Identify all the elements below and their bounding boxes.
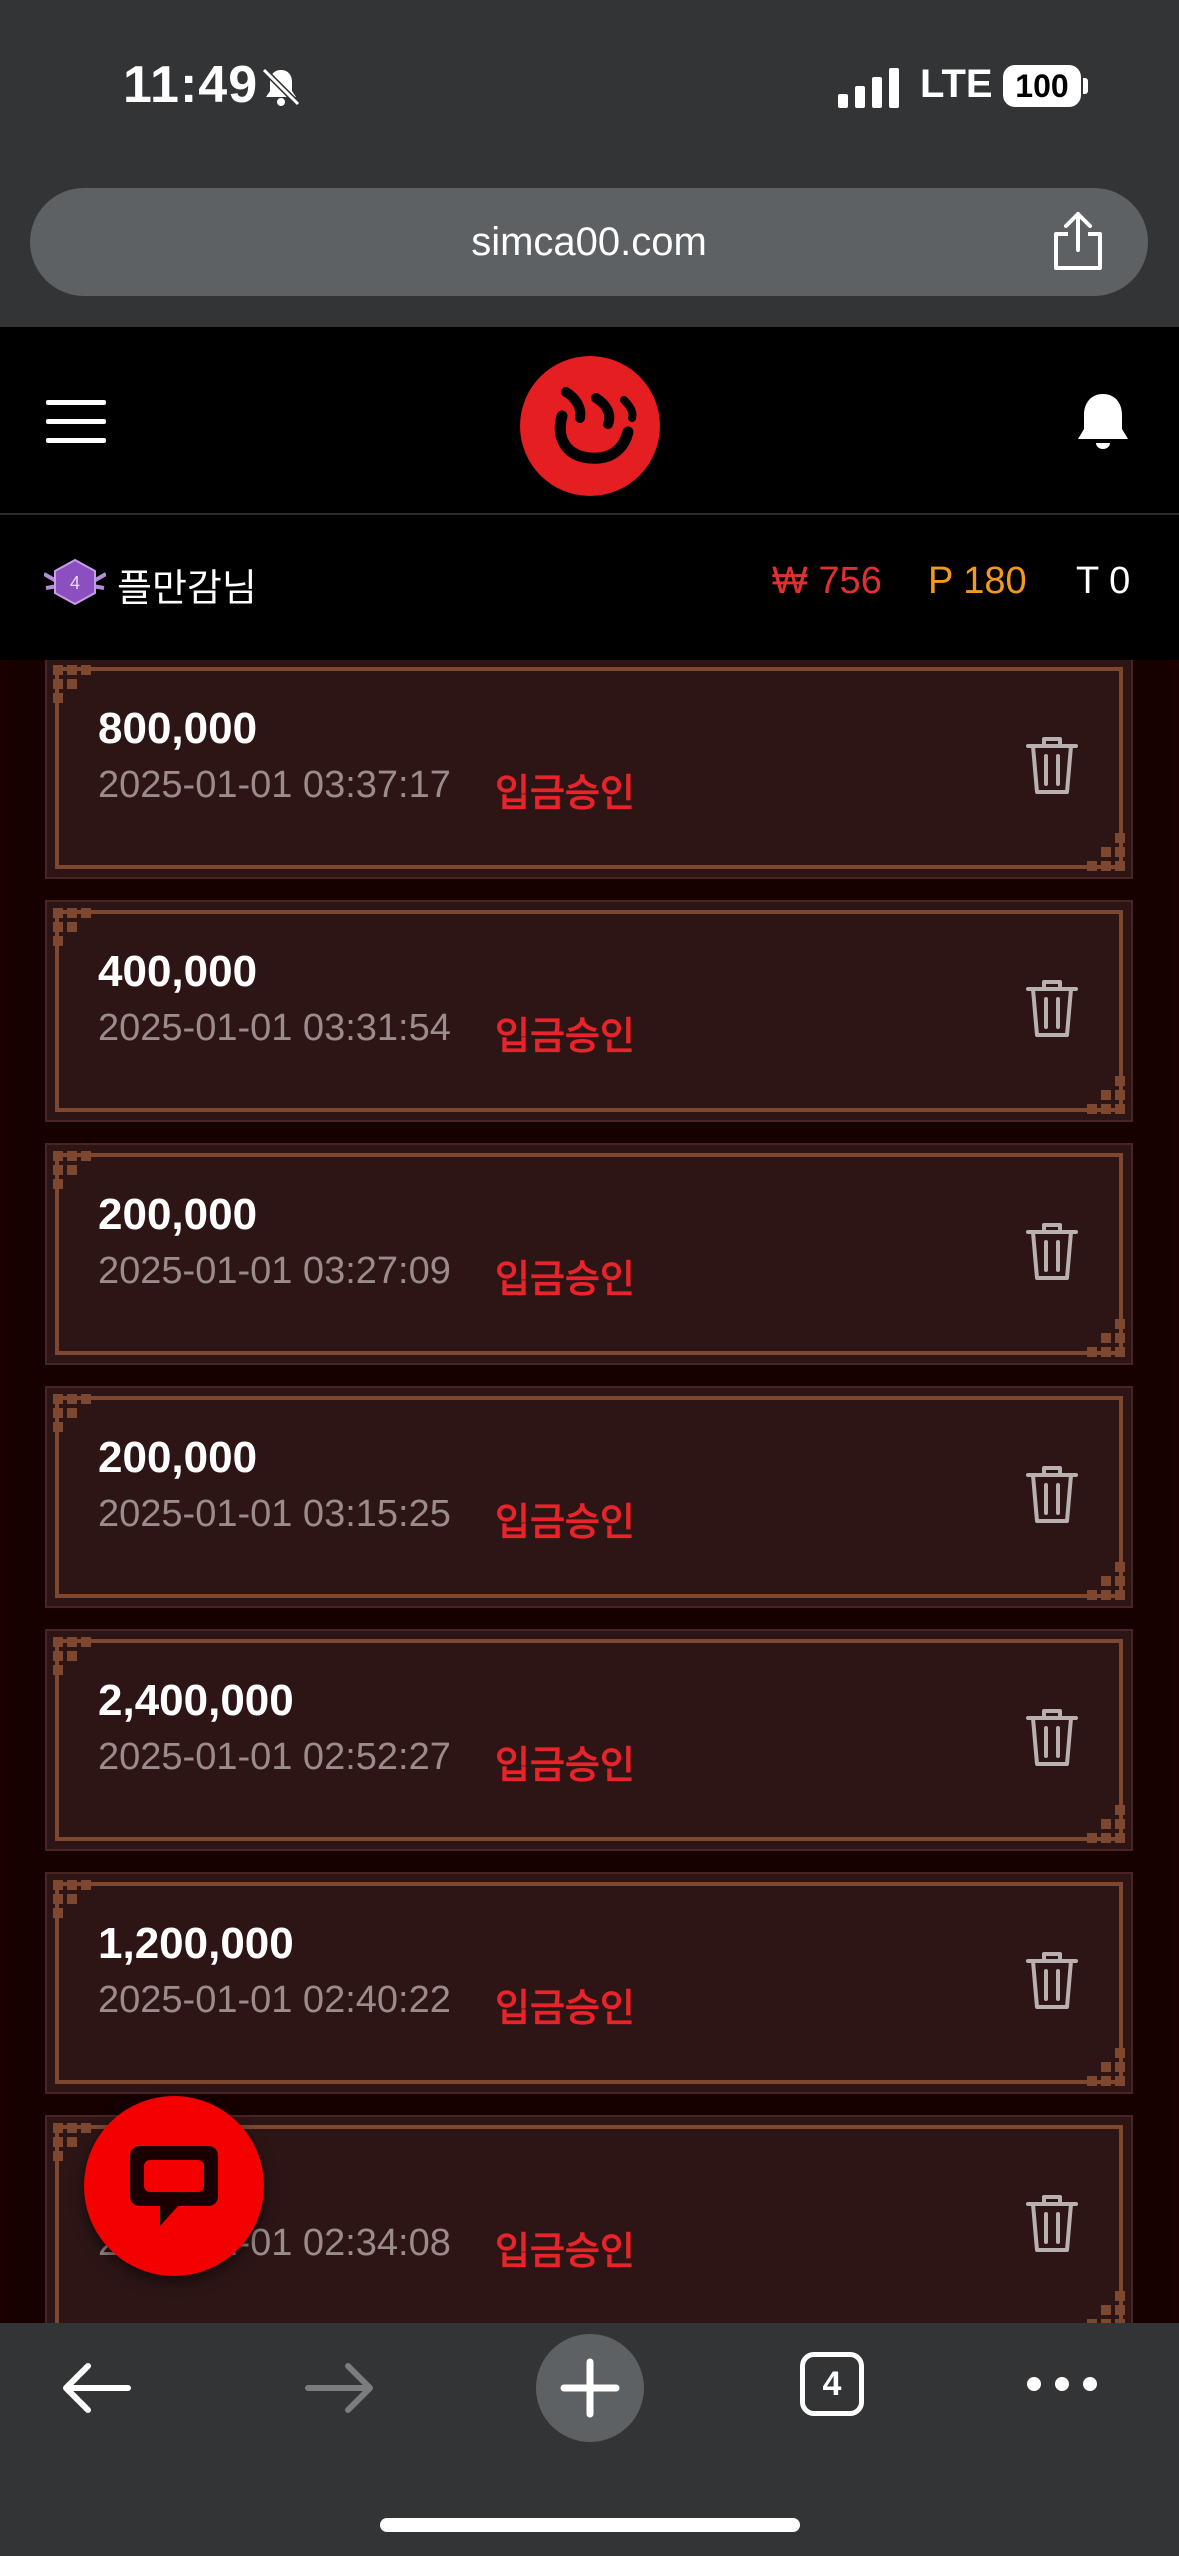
corner-ornament-icon: [53, 2123, 93, 2163]
home-indicator: [380, 2518, 800, 2532]
trash-icon[interactable]: [1024, 1949, 1080, 2011]
corner-ornament-icon: [53, 1151, 93, 1191]
deposit-status: 입금승인: [495, 1016, 635, 1058]
ticket-balance: T 0: [1076, 560, 1131, 602]
deposit-entry[interactable]: 2,400,000 2025-01-01 02:52:27 입금승인: [45, 1629, 1133, 1851]
tabs-icon[interactable]: 4: [800, 2352, 864, 2416]
svg-text:4: 4: [70, 573, 80, 593]
deposit-amount: 400,000: [98, 947, 258, 996]
level-badge-icon: 4: [44, 558, 106, 606]
deposit-timestamp: 2025-01-01 03:31:54: [98, 1007, 451, 1049]
username: 플만감님: [117, 568, 257, 610]
back-arrow-icon[interactable]: [58, 2360, 134, 2416]
trash-icon[interactable]: [1024, 1706, 1080, 1768]
new-tab-button[interactable]: [536, 2334, 644, 2442]
deposit-amount: 200,000: [98, 1433, 258, 1482]
deposit-history-list[interactable]: 800,000 2025-01-01 03:37:17 입금승인 400,000 202…: [0, 660, 1179, 2323]
deposit-status: 입금승인: [495, 1259, 635, 1301]
deposit-amount: 800,000: [98, 704, 258, 753]
browser-top-chrome: 11:49 LTE 100 simca00.com: [0, 0, 1179, 327]
deposit-amount: 200,000: [98, 1190, 258, 1239]
chat-button[interactable]: [84, 2096, 264, 2276]
deposit-timestamp: 2025-01-01 03:37:17: [98, 764, 451, 806]
deposit-entry[interactable]: 200,000 2025-01-01 03:27:09 입금승인: [45, 1143, 1133, 1365]
deposit-status: 입금승인: [495, 773, 635, 815]
deposit-timestamp: 2025-01-01 03:27:09: [98, 1250, 451, 1292]
deposit-entry[interactable]: 200,000 2025-01-01 03:15:25 입금승인: [45, 1386, 1133, 1608]
money-balance: ₩ 756: [772, 560, 882, 602]
url-bar[interactable]: simca00.com: [30, 188, 1148, 296]
points-balance: P 180: [928, 560, 1027, 602]
status-time: 11:49: [123, 56, 259, 114]
bell-slash-icon: [261, 67, 301, 107]
signal-icon: [838, 68, 899, 108]
trash-icon[interactable]: [1024, 1220, 1080, 1282]
corner-ornament-icon: [1085, 1803, 1125, 1843]
share-icon[interactable]: [1048, 210, 1108, 272]
corner-ornament-icon: [53, 908, 93, 948]
corner-ornament-icon: [53, 1394, 93, 1434]
corner-ornament-icon: [1085, 1317, 1125, 1357]
deposit-entry[interactable]: 400,000 2025-01-01 03:31:54 입금승인: [45, 900, 1133, 1122]
trash-icon[interactable]: [1024, 1463, 1080, 1525]
status-bar: 11:49 LTE 100: [0, 0, 1179, 170]
corner-ornament-icon: [1085, 831, 1125, 871]
deposit-timestamp: 2025-01-01 02:52:27: [98, 1736, 451, 1778]
trash-icon[interactable]: [1024, 2192, 1080, 2254]
corner-ornament-icon: [53, 665, 93, 705]
corner-ornament-icon: [53, 1880, 93, 1920]
deposit-timestamp: 2025-01-01 03:15:25: [98, 1493, 451, 1535]
plus-icon: [560, 2358, 620, 2418]
deposit-status: 입금승인: [495, 1502, 635, 1544]
deposit-status: 입금승인: [495, 2231, 635, 2273]
corner-ornament-icon: [1085, 1074, 1125, 1114]
corner-ornament-icon: [1085, 1560, 1125, 1600]
url-text: simca00.com: [471, 220, 707, 264]
network-type: LTE: [920, 62, 993, 106]
deposit-amount: 2,400,000: [98, 1676, 294, 1725]
deposit-status: 입금승인: [495, 1745, 635, 1787]
chat-icon: [130, 2146, 218, 2226]
battery-nub: [1083, 78, 1088, 94]
forward-arrow-icon[interactable]: [302, 2360, 378, 2416]
deposit-entry[interactable]: 1,200,000 2025-01-01 02:40:22 입금승인: [45, 1872, 1133, 2094]
deposit-status: 입금승인: [495, 1988, 635, 2030]
bell-icon[interactable]: [1072, 390, 1134, 452]
trash-icon[interactable]: [1024, 977, 1080, 1039]
deposit-amount: 1,200,000: [98, 1919, 294, 1968]
deposit-timestamp: 2025-01-01 02:40:22: [98, 1979, 451, 2021]
corner-ornament-icon: [1085, 2289, 1125, 2323]
trash-icon[interactable]: [1024, 734, 1080, 796]
more-icon[interactable]: [1024, 2372, 1100, 2396]
deposit-entry[interactable]: 800,000 2025-01-01 03:37:17 입금승인: [45, 660, 1133, 879]
corner-ornament-icon: [1085, 2046, 1125, 2086]
battery-indicator: 100: [1003, 65, 1081, 107]
corner-ornament-icon: [53, 1637, 93, 1677]
logo[interactable]: [516, 352, 664, 500]
menu-icon[interactable]: [46, 400, 106, 444]
